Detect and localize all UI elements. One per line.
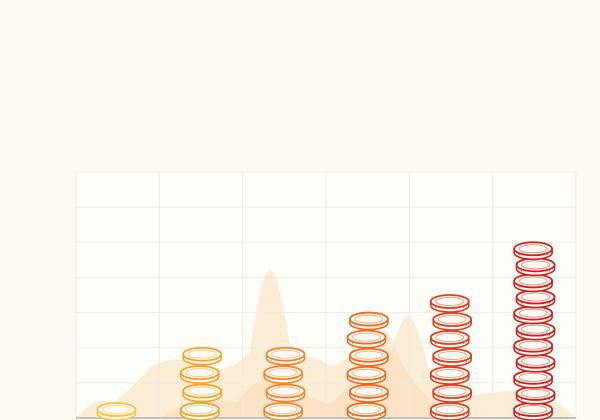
- coin: [263, 365, 304, 384]
- coin: [515, 289, 556, 309]
- coin: [348, 347, 389, 367]
- coin: [348, 311, 389, 331]
- coin: [179, 402, 220, 420]
- coin: [515, 257, 556, 277]
- coin: [513, 241, 554, 261]
- coin: [513, 273, 554, 293]
- coin: [432, 312, 473, 331]
- coin: [346, 365, 387, 385]
- coin: [429, 402, 470, 420]
- coin: [515, 353, 556, 373]
- coin: [432, 348, 473, 367]
- coin: [265, 383, 306, 403]
- coin: [182, 346, 223, 366]
- coin: [179, 365, 220, 384]
- coin: [429, 294, 470, 313]
- coin: [432, 384, 473, 403]
- coin-stack-bar: [513, 241, 556, 420]
- coin: [263, 402, 304, 420]
- coin: [513, 402, 554, 420]
- coin: [348, 384, 389, 403]
- coin: [515, 321, 556, 341]
- coin: [515, 386, 556, 405]
- coin: [182, 383, 223, 403]
- coin-stack-bar: [96, 402, 137, 420]
- coin: [346, 329, 387, 349]
- coin: [429, 330, 470, 349]
- coin: [513, 305, 554, 325]
- coin-stack-chart: [75, 171, 577, 420]
- coin: [429, 366, 470, 385]
- coin: [513, 337, 554, 357]
- coin: [346, 402, 387, 420]
- coin: [265, 346, 306, 366]
- coin: [96, 402, 137, 420]
- coin: [513, 369, 554, 389]
